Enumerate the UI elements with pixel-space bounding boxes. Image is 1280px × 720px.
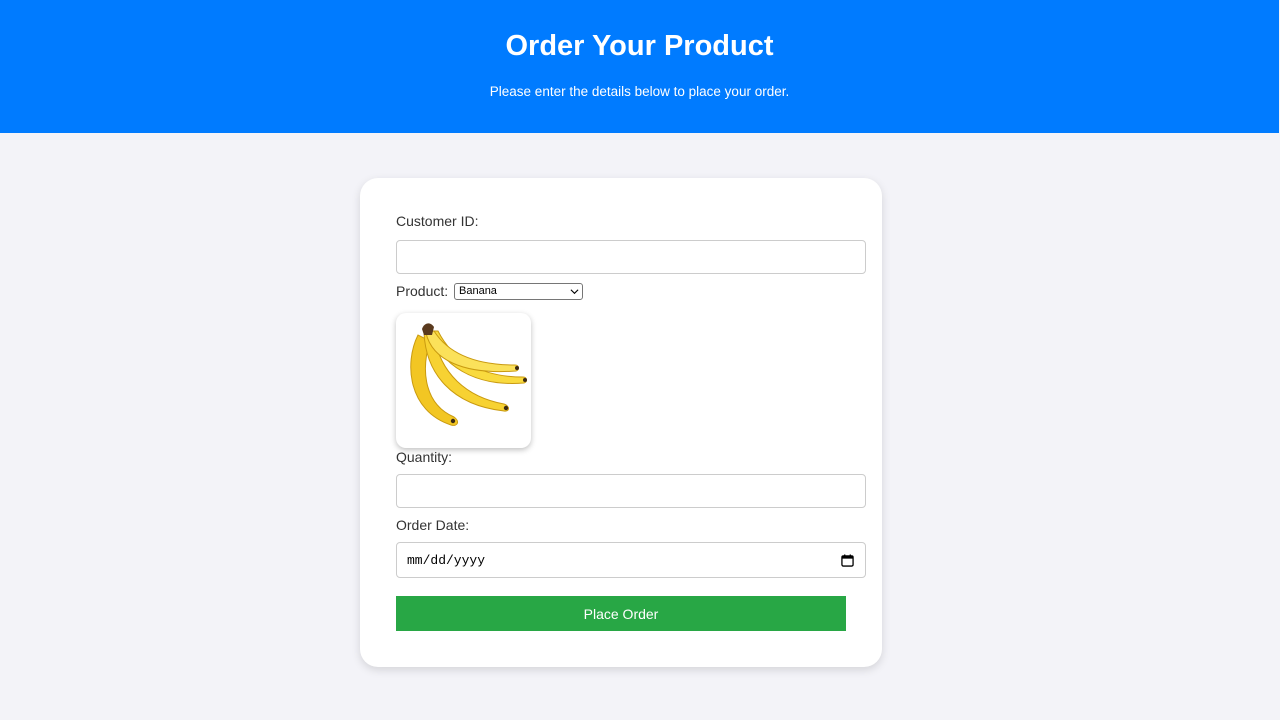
quantity-label: Quantity: xyxy=(396,449,453,465)
customer-id-input[interactable] xyxy=(396,240,866,274)
page-title: Order Your Product xyxy=(505,30,774,62)
customer-id-label: Customer ID: xyxy=(396,213,479,229)
order-form: Customer ID: Product: Banana Quantity: O… xyxy=(360,178,882,667)
order-date-label: Order Date: xyxy=(396,517,470,533)
order-date-input[interactable]: mm/dd/yyyy xyxy=(396,542,866,578)
place-order-button[interactable]: Place Order xyxy=(396,596,846,631)
product-label: Product: xyxy=(396,283,449,299)
page-subtitle: Please enter the details below to place … xyxy=(489,84,790,99)
calendar-icon[interactable] xyxy=(841,554,854,567)
page-header: Order Your Product Please enter the deta… xyxy=(0,0,1279,133)
product-select-value: Banana xyxy=(459,285,497,297)
banana-image xyxy=(396,313,531,448)
chevron-down-icon xyxy=(570,289,579,295)
product-select[interactable]: Banana xyxy=(454,283,583,300)
quantity-input[interactable] xyxy=(396,474,866,508)
order-date-placeholder: mm/dd/yyyy xyxy=(407,553,486,568)
